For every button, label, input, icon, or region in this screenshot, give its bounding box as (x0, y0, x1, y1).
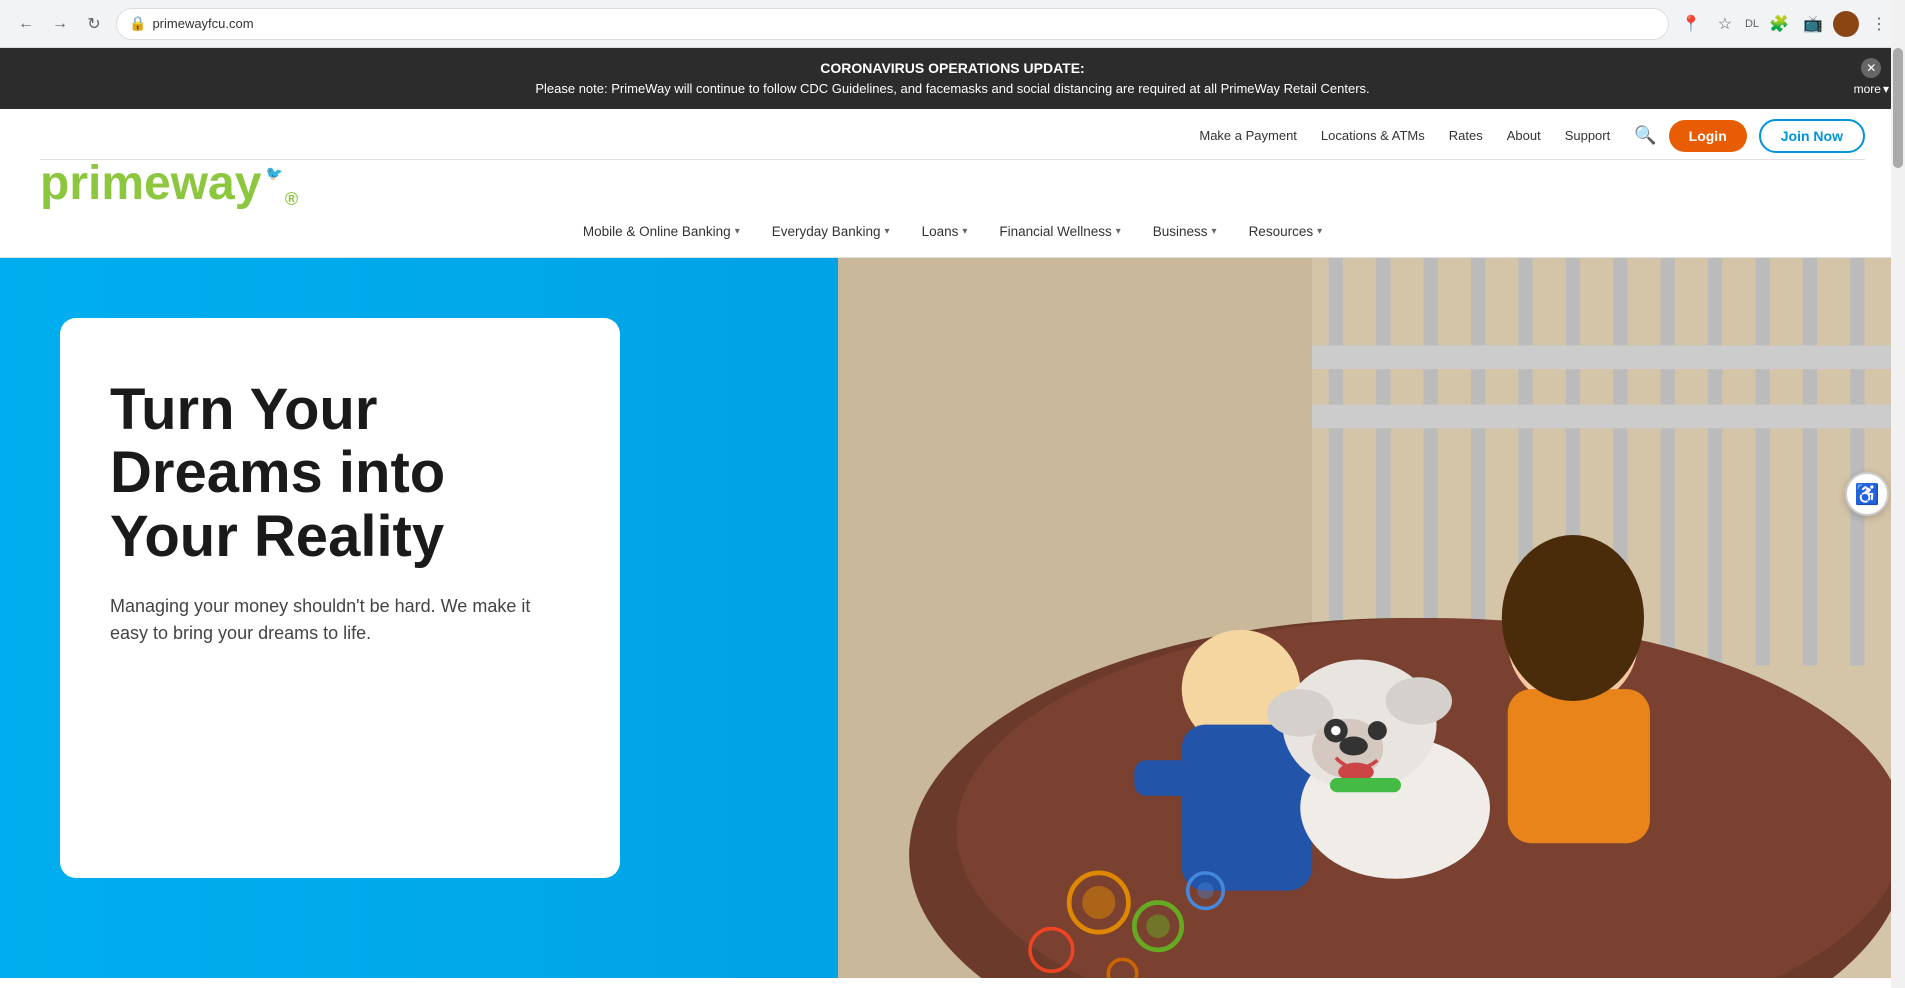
zoom-level: DL (1745, 18, 1759, 30)
make-payment-link[interactable]: Make a Payment (1199, 128, 1297, 143)
about-link[interactable]: About (1507, 128, 1541, 143)
scrollbar[interactable] (1891, 0, 1905, 988)
location-icon-btn[interactable]: 📍 (1677, 10, 1705, 38)
chevron-down-icon: ▾ (735, 226, 740, 237)
alert-message: Please note: PrimeWay will continue to f… (60, 79, 1845, 99)
hero-image (838, 258, 1905, 978)
chevron-down-icon: ▾ (962, 226, 967, 237)
back-button[interactable]: ← (12, 10, 40, 38)
forward-button[interactable]: → (46, 10, 74, 38)
menu-icon-btn[interactable]: ⋮ (1865, 10, 1893, 38)
header-main-row: primeway 🐦 ® (0, 160, 1905, 216)
extensions-icon-btn[interactable]: 🧩 (1765, 10, 1793, 38)
alert-close-area[interactable]: ✕ more ▾ (1854, 58, 1889, 98)
address-bar[interactable]: 🔒 primewayfcu.com (116, 8, 1669, 40)
join-now-button[interactable]: Join Now (1759, 119, 1865, 153)
locations-atms-link[interactable]: Locations & ATMs (1321, 128, 1425, 143)
browser-chrome: ← → ↻ 🔒 primewayfcu.com 📍 ☆ DL 🧩 📺 ⋮ (0, 0, 1905, 48)
login-button[interactable]: Login (1669, 120, 1747, 152)
nav-everyday-banking[interactable]: Everyday Banking ▾ (756, 216, 906, 247)
reload-button[interactable]: ↻ (80, 10, 108, 38)
alert-title: CORONAVIRUS OPERATIONS UPDATE: (60, 58, 1845, 79)
accessibility-button[interactable]: ♿ (1845, 472, 1889, 516)
support-link[interactable]: Support (1565, 128, 1611, 143)
logo-area: primeway 🐦 ® (40, 160, 298, 216)
scrollbar-thumb[interactable] (1893, 48, 1903, 168)
search-button[interactable]: 🔍 (1634, 125, 1656, 146)
logo-bird-icon: 🐦 (265, 166, 282, 180)
nav-loans[interactable]: Loans ▾ (906, 216, 984, 247)
browser-nav-buttons: ← → ↻ (12, 10, 108, 38)
chevron-down-icon: ▾ (1883, 80, 1889, 98)
url-text: primewayfcu.com (152, 16, 253, 31)
site-header: Make a Payment Locations & ATMs Rates Ab… (0, 109, 1905, 258)
bookmark-icon-btn[interactable]: ☆ (1711, 10, 1739, 38)
close-icon: ✕ (1861, 58, 1881, 78)
hero-section: Turn Your Dreams into Your Reality Manag… (0, 258, 1905, 978)
alert-more-label[interactable]: more ▾ (1854, 80, 1889, 98)
nav-business[interactable]: Business ▾ (1137, 216, 1233, 247)
header-actions: 🔍 Login Join Now (1634, 119, 1865, 153)
nav-mobile-banking[interactable]: Mobile & Online Banking ▾ (567, 216, 756, 247)
chevron-down-icon: ▾ (1317, 226, 1322, 237)
nav-financial-wellness[interactable]: Financial Wellness ▾ (983, 216, 1136, 247)
rates-link[interactable]: Rates (1449, 128, 1483, 143)
alert-banner: CORONAVIRUS OPERATIONS UPDATE: Please no… (0, 48, 1905, 109)
chevron-down-icon: ▾ (1116, 226, 1121, 237)
hero-subtext: Managing your money shouldn't be hard. W… (110, 593, 570, 647)
lock-icon: 🔒 (129, 15, 146, 32)
cast-icon-btn[interactable]: 📺 (1799, 10, 1827, 38)
accessibility-icon: ♿ (1855, 482, 1880, 507)
nav-resources[interactable]: Resources ▾ (1233, 216, 1339, 247)
chevron-down-icon: ▾ (1212, 226, 1217, 237)
logo-text: primeway (40, 160, 261, 208)
user-avatar[interactable] (1833, 11, 1859, 37)
hero-content-card: Turn Your Dreams into Your Reality Manag… (60, 318, 620, 878)
chevron-down-icon: ▾ (885, 226, 890, 237)
main-nav: Mobile & Online Banking ▾ Everyday Banki… (0, 216, 1905, 257)
browser-right-icons: 📍 ☆ DL 🧩 📺 ⋮ (1677, 10, 1893, 38)
logo: primeway 🐦 ® (40, 160, 298, 208)
header-top-nav: Make a Payment Locations & ATMs Rates Ab… (0, 109, 1905, 159)
hero-headline: Turn Your Dreams into Your Reality (110, 378, 570, 569)
logo-reg-mark: ® (285, 190, 298, 208)
